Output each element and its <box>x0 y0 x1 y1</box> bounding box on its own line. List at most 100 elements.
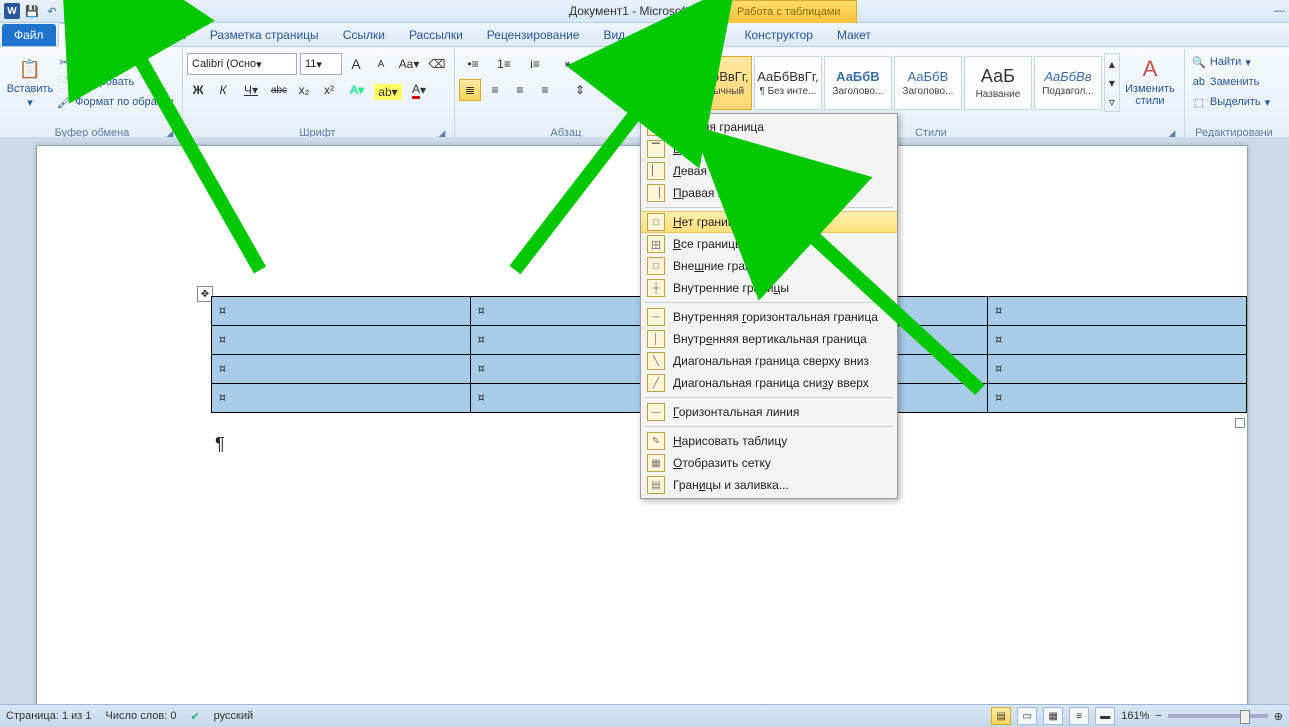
shading-button[interactable]: ▦ <box>604 79 632 101</box>
increase-indent-button[interactable]: ⇥ <box>584 53 606 75</box>
status-page[interactable]: Страница: 1 из 1 <box>6 710 92 722</box>
tab-references[interactable]: Ссылки <box>331 23 397 46</box>
group-font: Calibri (Осно ▾ 11 ▾ A A Aa▾ ⌫ Ж К Ч▾ ab… <box>183 49 455 141</box>
style-no-spacing[interactable]: АаБбВвГг,¶ Без инте... <box>754 56 822 110</box>
border-option[interactable]: ▦Отобразить сетку <box>641 452 897 474</box>
font-color-button[interactable]: A▾ <box>405 79 433 101</box>
select-button[interactable]: ⬚Выделить ▾ <box>1189 93 1273 111</box>
status-spellcheck-icon[interactable]: ✔ <box>190 710 199 723</box>
minimize-button[interactable]: — <box>1274 5 1285 17</box>
change-styles-button[interactable]: A Изменить стили <box>1122 53 1178 107</box>
redo-icon[interactable]: ↻ <box>64 3 80 19</box>
tab-file[interactable]: Файл <box>2 24 56 46</box>
view-outline[interactable]: ≡ <box>1069 707 1089 725</box>
border-option[interactable]: ✎Нарисовать таблицу <box>641 430 897 452</box>
font-name-combo[interactable]: Calibri (Осно ▾ <box>187 53 297 75</box>
view-web-layout[interactable]: ▦ <box>1043 707 1063 725</box>
border-option[interactable]: ╲Диагональная граница сверху вниз <box>641 350 897 372</box>
zoom-slider[interactable] <box>1168 714 1268 718</box>
line-spacing-button[interactable]: ⇕ <box>566 79 594 101</box>
underline-button[interactable]: Ч▾ <box>237 79 265 101</box>
styles-scroll-up[interactable]: ▴ <box>1105 54 1119 73</box>
format-painter-button[interactable]: 🖌Формат по образцу <box>54 93 177 111</box>
border-option[interactable]: ─Внутренняя горизонтальная граница <box>641 306 897 328</box>
border-option[interactable]: ▏Левая граница <box>641 160 897 182</box>
view-full-screen[interactable]: ▭ <box>1017 707 1037 725</box>
border-option[interactable]: ▁Нижняя граница <box>641 116 897 138</box>
border-option-icon: │ <box>647 330 665 348</box>
zoom-in-button[interactable]: ⊕ <box>1274 710 1283 723</box>
tab-page-layout[interactable]: Разметка страницы <box>198 23 331 46</box>
cut-button[interactable]: ✂Вырезать <box>54 53 177 71</box>
status-word-count[interactable]: Число слов: 0 <box>106 710 177 722</box>
border-option[interactable]: │Внутренняя вертикальная граница <box>641 328 897 350</box>
tab-view[interactable]: Вид <box>591 23 637 46</box>
style-subtitle[interactable]: АаБбВвПодзагол... <box>1034 56 1102 110</box>
align-justify-button[interactable]: ≡ <box>534 79 556 101</box>
clear-formatting-button[interactable]: ⌫ <box>426 53 448 75</box>
border-option-icon: ✎ <box>647 432 665 450</box>
save-icon[interactable]: 💾 <box>24 3 40 19</box>
style-title[interactable]: АаБНазвание <box>964 56 1032 110</box>
border-option[interactable]: 田Все границы <box>641 233 897 255</box>
bold-button[interactable]: Ж <box>187 79 209 101</box>
tab-table-design[interactable]: Конструктор <box>733 23 825 46</box>
tab-table-layout[interactable]: Макет <box>825 23 883 46</box>
copy-button[interactable]: 📄Копировать <box>54 73 177 91</box>
align-right-button[interactable]: ≡ <box>509 79 531 101</box>
italic-button[interactable]: К <box>212 79 234 101</box>
style-heading1[interactable]: АаБбВЗаголово... <box>824 56 892 110</box>
font-size-combo[interactable]: 11 ▾ <box>300 53 342 75</box>
border-option[interactable]: □Нет границы <box>641 211 897 233</box>
zoom-out-button[interactable]: − <box>1155 710 1161 722</box>
paste-button[interactable]: 📋 Вставить ▾ <box>8 53 52 109</box>
show-marks-button[interactable]: ¶ <box>641 53 663 75</box>
view-print-layout[interactable]: ▤ <box>991 707 1011 725</box>
border-option[interactable]: ▤Границы и заливка... <box>641 474 897 496</box>
undo-icon[interactable]: ↶ <box>44 3 60 19</box>
border-option-icon: ┼ <box>647 279 665 297</box>
change-case-button[interactable]: Aa▾ <box>395 53 423 75</box>
strikethrough-button[interactable]: abc <box>268 79 290 101</box>
view-draft[interactable]: ▬ <box>1095 707 1115 725</box>
borders-button[interactable]: ▦▾ <box>635 79 663 101</box>
sort-button[interactable]: A↓ <box>616 53 638 75</box>
numbering-button[interactable]: 1≡ <box>490 53 518 75</box>
border-option-label: Верхняя граница <box>673 142 768 156</box>
tab-insert[interactable]: Вставка <box>129 23 198 46</box>
tab-foxit-pdf[interactable]: Foxit PDF <box>637 23 714 46</box>
style-normal[interactable]: АаБбВвГг,¶ Обычный <box>684 56 752 110</box>
subscript-button[interactable]: x₂ <box>293 79 315 101</box>
style-heading2[interactable]: АаБбВЗаголово... <box>894 56 962 110</box>
styles-gallery[interactable]: АаБбВвГг,¶ Обычный АаБбВвГг,¶ Без инте..… <box>684 53 1120 112</box>
align-left-button[interactable]: ≣ <box>459 79 481 101</box>
styles-scroll-down[interactable]: ▾ <box>1105 73 1119 92</box>
find-button[interactable]: 🔍Найти ▾ <box>1189 53 1273 71</box>
qat-more-icon[interactable]: ▾ <box>104 3 120 19</box>
highlight-button[interactable]: ab▾ <box>374 84 402 100</box>
superscript-button[interactable]: x² <box>318 79 340 101</box>
cut-icon: ✂ <box>57 55 71 69</box>
tab-mailings[interactable]: Рассылки <box>397 23 475 46</box>
replace-button[interactable]: abЗаменить <box>1189 73 1273 91</box>
multilevel-button[interactable]: i≡ <box>521 53 549 75</box>
repeat-icon[interactable]: 🔄 <box>84 3 100 19</box>
border-option[interactable]: ▕Правая граница <box>641 182 897 204</box>
styles-expand[interactable]: ▿ <box>1105 92 1119 111</box>
tab-home[interactable]: Главная <box>58 23 130 47</box>
border-option[interactable]: ┼Внутренние границы <box>641 277 897 299</box>
grow-font-button[interactable]: A <box>345 53 367 75</box>
border-option[interactable]: □Внешние границы <box>641 255 897 277</box>
bullets-button[interactable]: •≡ <box>459 53 487 75</box>
shrink-font-button[interactable]: A <box>370 53 392 75</box>
border-option[interactable]: ╱Диагональная граница снизу вверх <box>641 372 897 394</box>
border-option[interactable]: ▔Верхняя граница <box>641 138 897 160</box>
text-effects-button[interactable]: A▾ <box>343 79 371 101</box>
border-option[interactable]: —Горизонтальная линия <box>641 401 897 423</box>
status-language[interactable]: русский <box>214 710 253 722</box>
decrease-indent-button[interactable]: ⇤ <box>559 53 581 75</box>
align-center-button[interactable]: ≡ <box>484 79 506 101</box>
tab-review[interactable]: Рецензирование <box>475 23 592 46</box>
zoom-level[interactable]: 161% <box>1121 710 1149 722</box>
table-resize-handle[interactable] <box>1235 418 1245 428</box>
